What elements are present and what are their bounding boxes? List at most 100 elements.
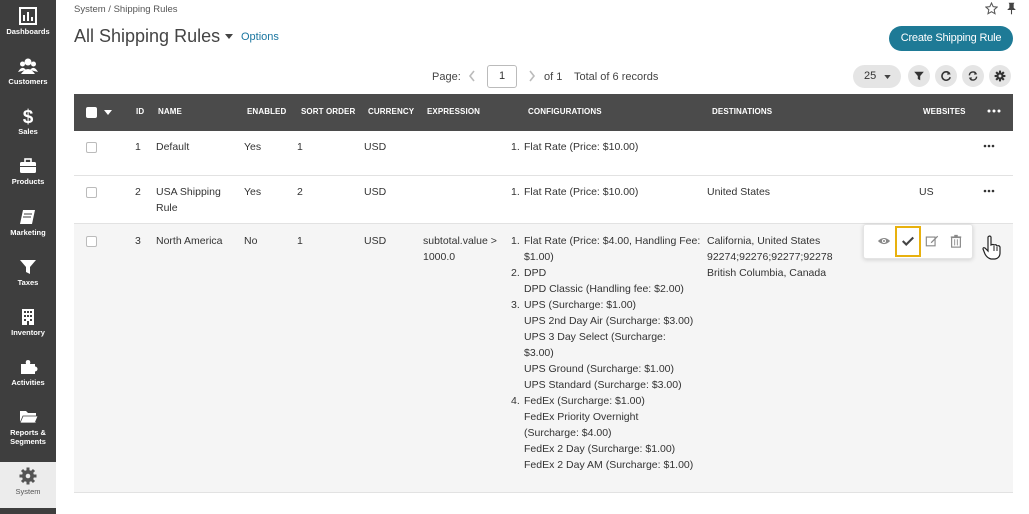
row-actions-popover <box>863 224 973 259</box>
list-item: DPD Classic (Handling fee: $2.00) <box>524 283 684 295</box>
dollar-icon: $ <box>23 107 34 126</box>
cell-expression: subtotal.value > 1000.0 <box>423 235 497 263</box>
sidebar-item-label: Inventory <box>11 328 45 337</box>
table-row[interactable]: 3 North America No 1 USD subtotal.value … <box>74 224 1013 493</box>
sidebar-item-inventory[interactable]: Inventory <box>0 303 56 353</box>
chevron-right-icon[interactable] <box>527 68 537 84</box>
cell-id: 1 <box>135 141 141 153</box>
chevron-down-icon[interactable] <box>104 110 112 115</box>
sync-icon <box>968 71 978 81</box>
book-icon <box>20 210 35 224</box>
list-item: FedEx 2 Day AM (Surcharge: $1.00) <box>524 459 694 471</box>
sidebar-item-activities[interactable]: Activities <box>0 353 56 403</box>
row-more-icon[interactable] <box>982 144 996 148</box>
column-header-name[interactable]: NAME <box>158 107 182 116</box>
chevron-down-icon <box>884 75 891 79</box>
column-header-enabled[interactable]: ENABLED <box>247 107 286 116</box>
sidebar-item-system[interactable]: System <box>0 462 56 508</box>
sidebar-item-dashboards[interactable]: Dashboards <box>0 2 56 52</box>
reset-button[interactable] <box>935 65 957 87</box>
cell-name: Default <box>156 141 190 153</box>
hand-cursor-icon <box>982 235 1001 260</box>
cell-destinations: United States <box>707 186 771 198</box>
page-number-input[interactable]: 1 <box>487 65 517 88</box>
sidebar-item-label-line2: Segments <box>10 437 46 446</box>
top-icons <box>985 2 1017 18</box>
sidebar: Dashboards Customers $ Sales Products Ma… <box>0 0 56 514</box>
list-item: UPS 3 Day Select (Surcharge: $3.00) <box>524 331 666 359</box>
list-item: UPS Ground (Surcharge: $1.00) <box>524 363 674 375</box>
star-icon[interactable] <box>985 2 998 15</box>
list-item: FedEx 2 Day (Surcharge: $1.00) <box>524 443 676 455</box>
filter-button[interactable] <box>908 65 930 87</box>
building-icon <box>22 309 34 325</box>
column-header-currency[interactable]: CURRENCY <box>368 107 414 116</box>
edit-icon[interactable] <box>925 234 939 248</box>
row-checkbox[interactable] <box>86 236 97 247</box>
cell-currency: USD <box>364 186 387 198</box>
sidebar-item-label: Reports & <box>10 428 46 437</box>
sidebar-item-label: Marketing <box>10 228 46 237</box>
chevron-left-icon[interactable] <box>467 68 477 84</box>
gear-icon <box>19 467 37 485</box>
cell-enabled: No <box>244 235 258 247</box>
list-item: 3. UPS (Surcharge: $1.00) <box>511 299 637 311</box>
sidebar-item-label: System <box>15 487 41 496</box>
column-header-configurations[interactable]: CONFIGURATIONS <box>528 107 602 116</box>
column-header-destinations[interactable]: DESTINATIONS <box>712 107 772 116</box>
column-header-websites[interactable]: WEBSITES <box>923 107 966 116</box>
table-row[interactable]: 1 Default Yes 1 USD 1. Flat Rate (Price: … <box>74 131 1013 176</box>
pin-icon[interactable] <box>1006 2 1017 15</box>
funnel-icon <box>20 260 36 274</box>
create-shipping-rule-button[interactable]: Create Shipping Rule <box>889 26 1013 51</box>
cell-configurations: 1. Flat Rate (Price: $10.00) <box>511 184 704 200</box>
sidebar-item-taxes[interactable]: Taxes <box>0 253 56 303</box>
customers-icon <box>18 58 38 74</box>
cell-destinations: California, United States 92274;92276;92… <box>707 235 833 279</box>
sidebar-item-label: Dashboards <box>6 27 50 36</box>
cell-id: 2 <box>135 186 141 198</box>
delete-icon[interactable] <box>949 234 963 248</box>
filter-icon <box>914 71 924 81</box>
page-label: Page: <box>432 71 461 83</box>
column-header-expression[interactable]: EXPRESSION <box>427 107 480 116</box>
chevron-down-icon[interactable] <box>225 34 233 39</box>
check-icon[interactable] <box>901 234 915 248</box>
sidebar-item-products[interactable]: Products <box>0 152 56 202</box>
row-more-icon[interactable] <box>982 189 996 193</box>
grid-settings-button[interactable] <box>989 65 1011 87</box>
select-all-checkbox[interactable] <box>86 107 97 118</box>
page-title: All Shipping Rules <box>74 26 221 46</box>
options-link[interactable]: Options <box>241 31 279 43</box>
cell-configurations: 1. Flat Rate (Price: $10.00) <box>511 139 704 155</box>
view-icon[interactable] <box>877 234 891 248</box>
dashboards-icon <box>19 7 37 25</box>
row-checkbox[interactable] <box>86 142 97 153</box>
list-item: 2. DPD <box>511 267 547 279</box>
cell-name: USA Shipping Rule <box>156 186 221 214</box>
page-count: of 1 <box>544 71 563 83</box>
list-item: 1. Flat Rate (Price: $10.00) <box>511 141 639 153</box>
sidebar-item-label: Taxes <box>17 278 39 287</box>
cell-currency: USD <box>364 235 387 247</box>
more-icon[interactable] <box>987 109 1001 113</box>
sidebar-item-sales[interactable]: $ Sales <box>0 102 56 152</box>
cell-websites: US <box>919 186 934 198</box>
list-item: 4. FedEx (Surcharge: $1.00) <box>511 395 645 407</box>
sidebar-item-customers[interactable]: Customers <box>0 52 56 102</box>
list-item: 1. Flat Rate (Price: $10.00) <box>511 186 639 198</box>
refresh-button[interactable] <box>962 65 984 87</box>
breadcrumb: System / Shipping Rules <box>74 4 178 15</box>
list-item: 1. Flat Rate (Price: $4.00, Handling Fee:… <box>511 235 701 263</box>
sidebar-item-reports[interactable]: Reports & Segments <box>0 403 56 453</box>
sidebar-item-marketing[interactable]: Marketing <box>0 203 56 253</box>
sidebar-item-label: Activities <box>11 378 45 387</box>
column-header-id[interactable]: ID <box>136 107 144 116</box>
puzzle-icon <box>21 360 38 374</box>
list-item: FedEx Priority Overnight (Surcharge: $4.… <box>524 411 639 439</box>
table-row[interactable]: 2 USA Shipping Rule Yes 2 USD 1. Flat Rat… <box>74 176 1013 224</box>
per-page-select[interactable]: 25 <box>853 65 901 88</box>
cell-sort-order: 1 <box>297 235 303 247</box>
row-checkbox[interactable] <box>86 187 97 198</box>
column-header-sort-order[interactable]: SORT ORDER <box>301 107 355 116</box>
